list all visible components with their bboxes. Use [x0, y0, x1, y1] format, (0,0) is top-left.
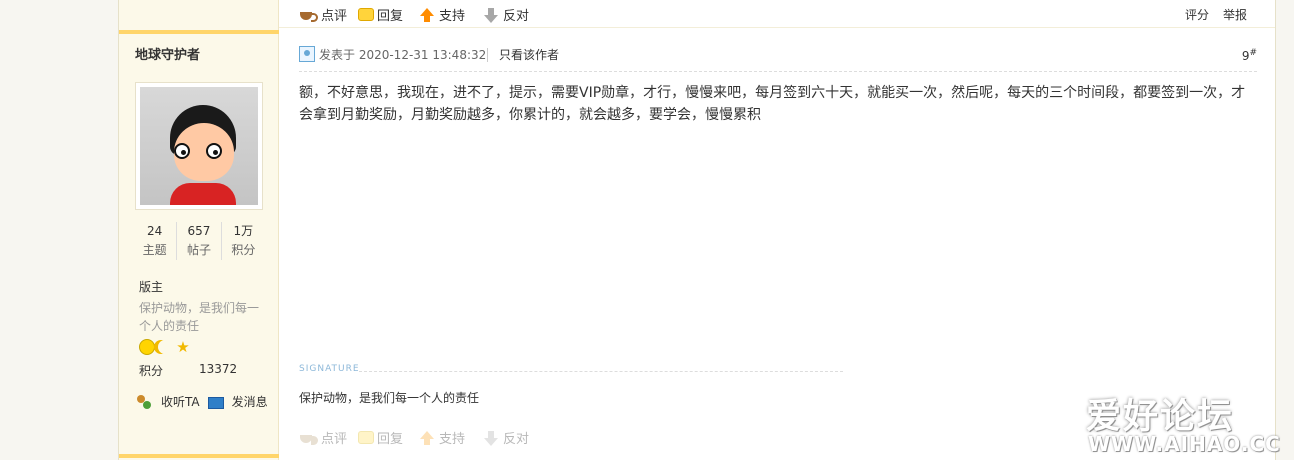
author-name[interactable]: 地球守护者: [135, 44, 200, 63]
contact-actions: 收听TA 发消息: [137, 393, 268, 410]
signature-label: SIGNATURE: [299, 364, 360, 374]
comment-action[interactable]: 点评: [299, 5, 347, 24]
reply-icon: [357, 7, 374, 23]
comment-icon: [299, 431, 318, 445]
follow-link[interactable]: 收听TA: [161, 393, 200, 410]
stat-topics[interactable]: 24 主题: [133, 222, 178, 260]
star-badge-icon: ★: [176, 338, 190, 356]
sidebar-bottom-divider: [119, 454, 279, 458]
oppose-action-bottom[interactable]: 反对: [483, 428, 529, 447]
top-right-links: 评分 举报: [1185, 6, 1247, 23]
reply-action[interactable]: 回复: [357, 5, 403, 24]
signature-text: 保护动物，是我们每一个人的责任: [299, 391, 480, 405]
oppose-icon: [483, 7, 499, 23]
post-content: 额，不好意思，我现在，进不了，提示，需要VIP勋章，才行，慢慢来吧，每月签到六十…: [299, 85, 1246, 123]
author-stats: 24 主题 657 帖子 1万 积分: [133, 222, 265, 260]
sun-badge-icon: [139, 339, 155, 355]
message-icon: [207, 395, 224, 409]
watermark-url: WWW.AIHAO.CC: [1088, 432, 1281, 456]
support-action[interactable]: 支持: [419, 5, 465, 24]
author-rank[interactable]: 版主: [139, 278, 163, 295]
header-divider: [487, 48, 488, 62]
floor-number[interactable]: 9#: [1242, 48, 1257, 63]
moon-badge-icon: [157, 339, 173, 355]
post-time: 发表于 2020-12-31 13:48:32: [319, 48, 487, 62]
avatar[interactable]: [135, 82, 263, 210]
support-icon: [419, 7, 435, 23]
oppose-action[interactable]: 反对: [483, 5, 529, 24]
stat-posts[interactable]: 657 帖子: [177, 222, 222, 260]
user-icon: [299, 46, 315, 62]
author-motto: 保护动物，是我们每一个人的责任: [139, 301, 260, 333]
rate-link[interactable]: 评分: [1185, 6, 1209, 23]
support-action-bottom[interactable]: 支持: [419, 428, 465, 447]
report-link[interactable]: 举报: [1223, 6, 1247, 23]
signature-divider: [359, 371, 843, 372]
author-sidebar: 地球守护者 24 主题 657 帖子 1万 积分 版主 保护动物，是我们每一个人的责任…: [119, 0, 279, 460]
previous-post-actions: 点评 回复 支持 反对 评分 举报: [279, 0, 1275, 28]
oppose-icon: [483, 430, 499, 446]
sidebar-top-divider: [119, 30, 279, 34]
author-points: 积分 13372: [139, 362, 238, 378]
follow-icon: [137, 394, 153, 409]
medal-badges: ★: [139, 339, 191, 355]
reply-icon: [357, 430, 374, 446]
support-icon: [419, 430, 435, 446]
only-author-link[interactable]: 只看该作者: [499, 46, 559, 63]
comment-icon: [299, 8, 318, 22]
message-link[interactable]: 发消息: [232, 393, 268, 410]
comment-action-bottom[interactable]: 点评: [299, 428, 347, 447]
post-header: 发表于 2020-12-31 13:48:32 只看该作者 9#: [299, 46, 1257, 72]
stat-points[interactable]: 1万 积分: [222, 222, 265, 260]
reply-action-bottom[interactable]: 回复: [357, 428, 403, 447]
